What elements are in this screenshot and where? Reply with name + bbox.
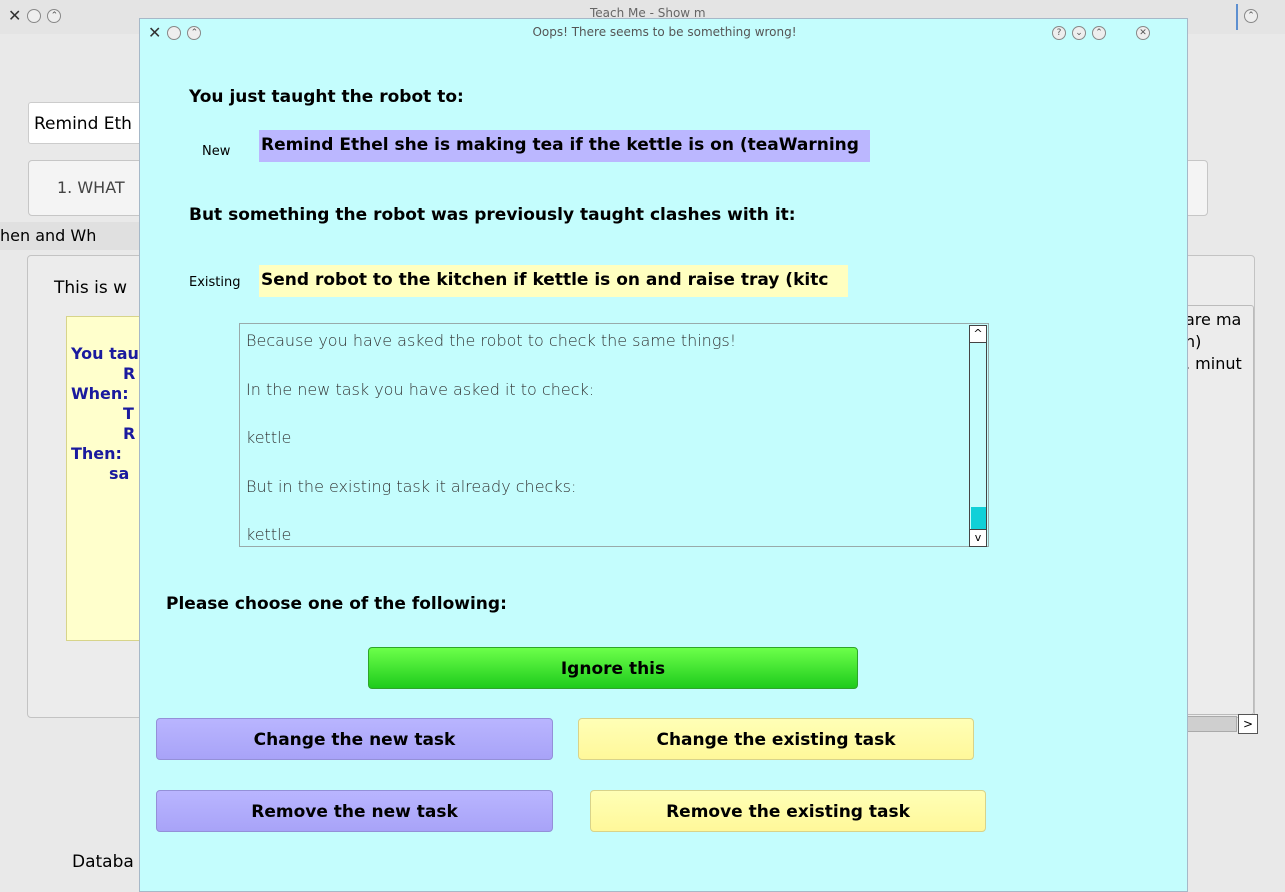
dialog-title: Oops! There seems to be something wrong!: [532, 25, 797, 39]
summary-line: You tau: [71, 344, 139, 363]
section-label: hen and Wh: [0, 222, 140, 250]
scroll-down-arrow-icon[interactable]: v: [969, 529, 987, 547]
maximize-icon[interactable]: ⌃: [47, 9, 62, 23]
database-label: Databa: [72, 852, 134, 872]
ignore-button[interactable]: Ignore this: [368, 647, 858, 689]
conflict-dialog: ✕ ⌃ Oops! There seems to be something wr…: [139, 18, 1188, 892]
taught-heading: You just taught the robot to:: [189, 87, 464, 107]
summary-line: Then:: [71, 444, 122, 463]
explanation-scrollbar[interactable]: ^ v: [969, 325, 987, 547]
background-window-controls-right: ⌃: [1244, 9, 1258, 23]
background-window-controls: ✕ ⌃: [8, 8, 62, 24]
new-label: New: [202, 144, 231, 159]
clash-heading: But something the robot was previously t…: [189, 205, 796, 225]
explanation-line: kettle: [246, 525, 292, 544]
summary-line: sa: [109, 464, 130, 483]
explanation-text: Because you have asked the robot to chec…: [246, 324, 966, 546]
scroll-thumb[interactable]: [971, 507, 986, 529]
help-icon[interactable]: ?: [1052, 26, 1066, 40]
close-icon[interactable]: ✕: [1136, 26, 1150, 40]
existing-task-box: Send robot to the kitchen if kettle is o…: [259, 265, 848, 297]
choose-heading: Please choose one of the following:: [166, 594, 507, 614]
scroll-up-arrow-icon[interactable]: ^: [969, 325, 987, 343]
new-task-box: Remind Ethel she is making tea if the ke…: [259, 130, 870, 162]
chevron-up-icon[interactable]: ⌃: [1092, 26, 1106, 40]
explanation-line: Because you have asked the robot to chec…: [246, 331, 737, 350]
explanation-line: But in the existing task it already chec…: [246, 476, 577, 496]
summary-line: R: [123, 424, 136, 443]
close-icon[interactable]: ✕: [8, 8, 21, 24]
scroll-track[interactable]: [969, 343, 987, 529]
chevron-down-icon[interactable]: ⌄: [1072, 26, 1086, 40]
summary-line: R: [123, 364, 136, 383]
dialog-window-controls-right: ? ⌄ ⌃ ✕: [1052, 26, 1150, 40]
summary-line: When:: [71, 384, 129, 403]
right-panel: are ma h) . minut: [1180, 305, 1254, 715]
remove-new-task-button[interactable]: Remove the new task: [156, 790, 553, 832]
remove-existing-task-button[interactable]: Remove the existing task: [590, 790, 986, 832]
titlebar-divider: [1236, 4, 1238, 30]
change-new-task-button[interactable]: Change the new task: [156, 718, 553, 760]
minimize-icon[interactable]: [27, 9, 42, 23]
dialog-titlebar: ✕ ⌃ Oops! There seems to be something wr…: [140, 19, 1187, 47]
right-panel-line: . minut: [1185, 354, 1242, 373]
existing-label: Existing: [189, 275, 241, 290]
maximize-icon[interactable]: ⌃: [1244, 9, 1258, 23]
explanation-line: kettle: [246, 428, 292, 447]
right-panel-line: are ma: [1185, 310, 1242, 329]
summary-line: T: [123, 404, 134, 423]
panel-intro-text: This is w: [54, 278, 128, 298]
explanation-box[interactable]: Because you have asked the robot to chec…: [239, 323, 989, 547]
explanation-line: In the new task you have asked it to che…: [246, 379, 595, 399]
horizontal-scrollbar[interactable]: [1187, 716, 1237, 732]
change-existing-task-button[interactable]: Change the existing task: [578, 718, 974, 760]
scroll-right-arrow-icon[interactable]: >: [1238, 714, 1258, 734]
